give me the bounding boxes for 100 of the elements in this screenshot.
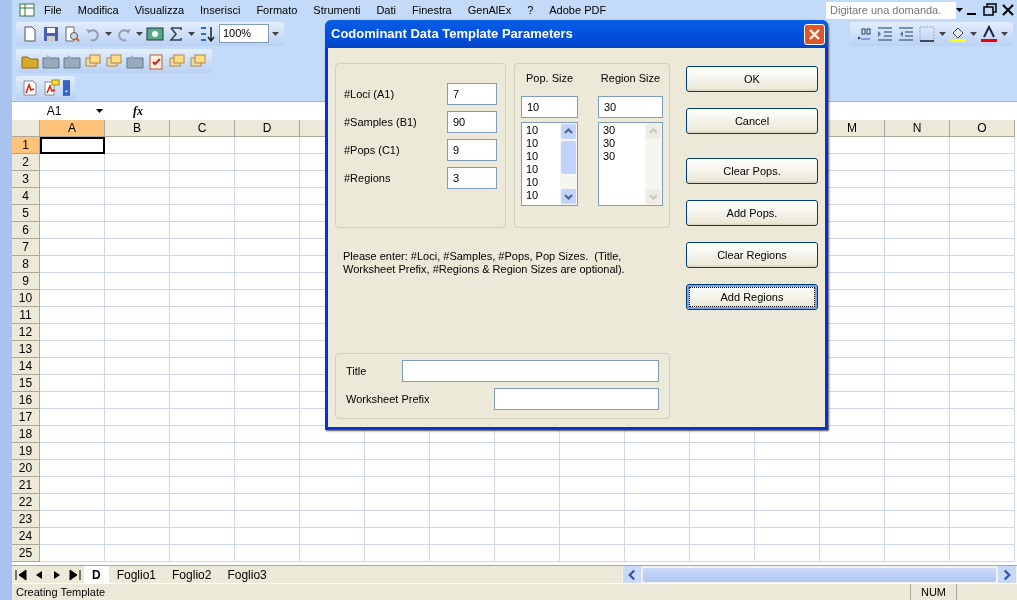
- spreadsheet-cell[interactable]: [690, 528, 755, 545]
- row-header[interactable]: 14: [12, 358, 40, 375]
- spreadsheet-cell[interactable]: [170, 494, 235, 511]
- spreadsheet-cell[interactable]: [430, 511, 495, 528]
- spreadsheet-cell[interactable]: [40, 443, 105, 460]
- spreadsheet-cell[interactable]: [950, 307, 1015, 324]
- indent-icon[interactable]: [876, 24, 894, 43]
- row-header[interactable]: 5: [12, 205, 40, 222]
- spreadsheet-cell[interactable]: [950, 375, 1015, 392]
- number-field[interactable]: 7: [447, 83, 497, 105]
- row-header[interactable]: 12: [12, 324, 40, 341]
- menu-item[interactable]: Modifica: [69, 1, 127, 19]
- pdf-document-icon[interactable]: [21, 78, 39, 97]
- spreadsheet-cell[interactable]: [235, 443, 300, 460]
- spreadsheet-cell[interactable]: [625, 511, 690, 528]
- spreadsheet-cell[interactable]: [885, 358, 950, 375]
- dialog-button[interactable]: Clear Regions: [686, 242, 818, 268]
- spreadsheet-cell[interactable]: [755, 494, 820, 511]
- spreadsheet-cell[interactable]: [40, 341, 105, 358]
- spreadsheet-cell[interactable]: [950, 239, 1015, 256]
- spreadsheet-cell[interactable]: [885, 477, 950, 494]
- spreadsheet-cell[interactable]: [235, 154, 300, 171]
- pdf-comment-icon[interactable]: [42, 78, 60, 97]
- function-label[interactable]: fx: [133, 102, 143, 120]
- row-header[interactable]: 18: [12, 426, 40, 443]
- spreadsheet-cell[interactable]: [105, 171, 170, 188]
- spreadsheet-cell[interactable]: [495, 460, 560, 477]
- spreadsheet-cell[interactable]: [235, 188, 300, 205]
- spreadsheet-cell[interactable]: [40, 324, 105, 341]
- spreadsheet-cell[interactable]: [950, 426, 1015, 443]
- spreadsheet-cell[interactable]: [105, 426, 170, 443]
- spreadsheet-cell[interactable]: [235, 460, 300, 477]
- spreadsheet-cell[interactable]: [820, 511, 885, 528]
- spreadsheet-cell[interactable]: [40, 511, 105, 528]
- spreadsheet-cell[interactable]: [105, 137, 170, 154]
- spreadsheet-cell[interactable]: [625, 460, 690, 477]
- spreadsheet-cell[interactable]: [235, 545, 300, 562]
- row-header[interactable]: 4: [12, 188, 40, 205]
- spreadsheet-cell[interactable]: [235, 324, 300, 341]
- spreadsheet-cell[interactable]: [105, 205, 170, 222]
- spreadsheet-cell[interactable]: [885, 205, 950, 222]
- spreadsheet-cell[interactable]: [690, 511, 755, 528]
- row-header[interactable]: 13: [12, 341, 40, 358]
- spreadsheet-cell[interactable]: [885, 392, 950, 409]
- spreadsheet-cell[interactable]: [170, 341, 235, 358]
- spreadsheet-cell[interactable]: [950, 222, 1015, 239]
- font-color-icon[interactable]: [980, 24, 998, 43]
- spreadsheet-cell[interactable]: [950, 392, 1015, 409]
- spreadsheet-cell[interactable]: [365, 460, 430, 477]
- scroll-left-icon[interactable]: [623, 565, 641, 584]
- spreadsheet-cell[interactable]: [430, 528, 495, 545]
- spreadsheet-cell[interactable]: [170, 545, 235, 562]
- spreadsheet-cell[interactable]: [105, 375, 170, 392]
- spreadsheet-cell[interactable]: [820, 528, 885, 545]
- spreadsheet-cell[interactable]: [105, 443, 170, 460]
- spreadsheet-cell[interactable]: [625, 494, 690, 511]
- column-header[interactable]: D: [235, 120, 300, 137]
- spreadsheet-cell[interactable]: [235, 494, 300, 511]
- spreadsheet-cell[interactable]: [300, 511, 365, 528]
- stacked-pages-icon[interactable]: [189, 51, 207, 70]
- spreadsheet-cell[interactable]: [40, 205, 105, 222]
- text-field[interactable]: [402, 360, 659, 382]
- spreadsheet-cell[interactable]: [690, 494, 755, 511]
- size-list[interactable]: 30 30 30: [598, 122, 663, 206]
- spreadsheet-cell[interactable]: [365, 477, 430, 494]
- list-item[interactable]: 10: [526, 137, 556, 150]
- spreadsheet-cell[interactable]: [105, 358, 170, 375]
- dialog-button[interactable]: Add Regions: [686, 284, 818, 310]
- spreadsheet-cell[interactable]: [625, 443, 690, 460]
- spreadsheet-cell[interactable]: [885, 188, 950, 205]
- spreadsheet-cell[interactable]: [170, 154, 235, 171]
- row-header[interactable]: 19: [12, 443, 40, 460]
- menu-item[interactable]: Formato: [248, 1, 306, 19]
- spreadsheet-cell[interactable]: [170, 460, 235, 477]
- spreadsheet-cell[interactable]: [300, 477, 365, 494]
- spreadsheet-cell[interactable]: [105, 307, 170, 324]
- spreadsheet-cell[interactable]: [950, 358, 1015, 375]
- spreadsheet-cell[interactable]: [235, 409, 300, 426]
- spreadsheet-cell[interactable]: [105, 256, 170, 273]
- dialog-button[interactable]: Add Pops.: [686, 200, 818, 226]
- spreadsheet-cell[interactable]: [235, 171, 300, 188]
- restore-icon[interactable]: [981, 1, 999, 19]
- spreadsheet-cell[interactable]: [170, 477, 235, 494]
- row-header[interactable]: 20: [12, 460, 40, 477]
- spreadsheet-cell[interactable]: [560, 443, 625, 460]
- spreadsheet-cell[interactable]: [430, 477, 495, 494]
- list-item[interactable]: 30: [603, 124, 641, 137]
- stacked-pages-icon[interactable]: [105, 51, 123, 70]
- list-item[interactable]: 10: [526, 176, 556, 189]
- spreadsheet-cell[interactable]: [560, 528, 625, 545]
- spreadsheet-cell[interactable]: [495, 511, 560, 528]
- spreadsheet-cell[interactable]: [885, 273, 950, 290]
- spreadsheet-cell[interactable]: [950, 443, 1015, 460]
- menu-item[interactable]: Strumenti: [305, 1, 369, 19]
- spreadsheet-cell[interactable]: [365, 528, 430, 545]
- row-header[interactable]: 21: [12, 477, 40, 494]
- spreadsheet-cell[interactable]: [170, 137, 235, 154]
- spreadsheet-cell[interactable]: [885, 256, 950, 273]
- spreadsheet-cell[interactable]: [105, 239, 170, 256]
- spreadsheet-cell[interactable]: [170, 273, 235, 290]
